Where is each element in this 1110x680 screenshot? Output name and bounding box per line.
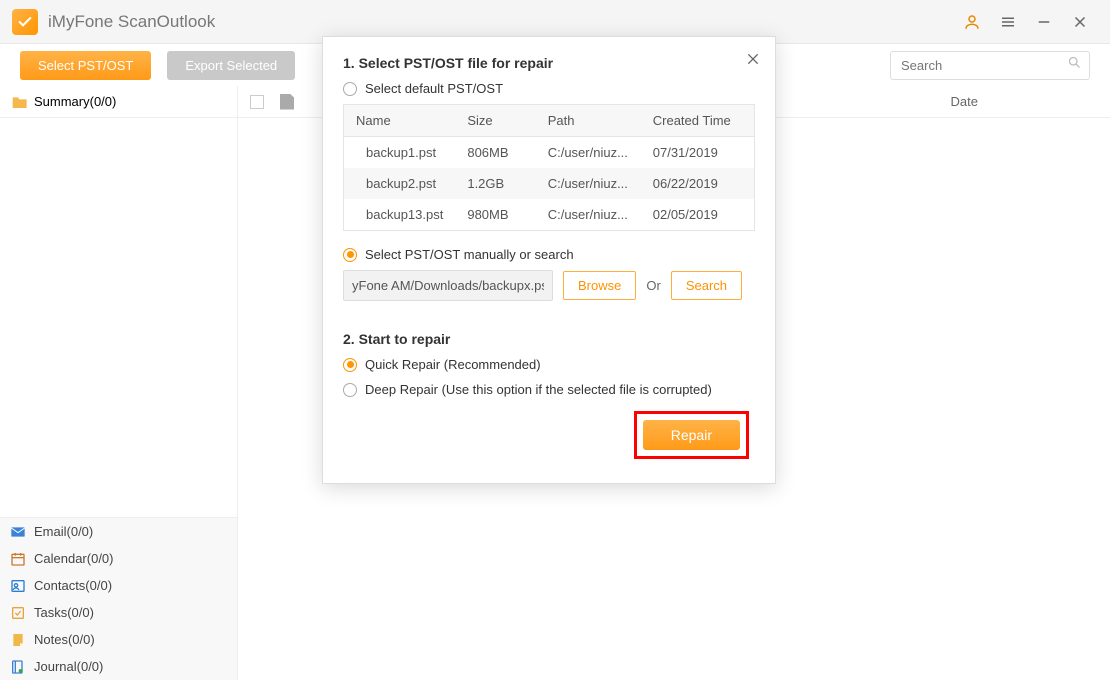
repair-highlight-box: Repair [634,411,749,459]
task-icon [10,605,26,621]
table-row[interactable]: backup2.pst 1.2GB C:/user/niuz... 06/22/… [344,168,755,199]
radio-manual-pst[interactable]: Select PST/OST manually or search [343,247,755,262]
radio-quick-repair[interactable]: Quick Repair (Recommended) [343,357,755,372]
cell-size: 980MB [455,199,535,231]
search-button[interactable]: Search [671,271,742,300]
export-selected-button: Export Selected [167,51,295,80]
nav-item-label: Calendar(0/0) [34,551,114,566]
pst-file-table: Name Size Path Created Time backup1.pst … [343,104,755,231]
attachment-column-icon [280,94,294,110]
cell-size: 1.2GB [455,168,535,199]
sidebar: Summary(0/0) Email(0/0) Calendar(0/0) Co… [0,86,238,680]
select-file-dialog: 1. Select PST/OST file for repair Select… [322,36,776,484]
radio-label: Deep Repair (Use this option if the sele… [365,382,712,397]
close-icon[interactable] [1062,4,1098,40]
table-row[interactable]: backup1.pst 806MB C:/user/niuz... 07/31/… [344,137,755,169]
search-field-wrap [890,51,1090,80]
user-icon[interactable] [954,4,990,40]
step1-title: 1. Select PST/OST file for repair [343,55,755,71]
manual-select-row: Browse Or Search [343,270,755,301]
repair-button[interactable]: Repair [643,420,740,450]
radio-icon [343,383,357,397]
nav-item-label: Notes(0/0) [34,632,95,647]
cell-created: 02/05/2019 [641,199,755,231]
cell-path: C:/user/niuz... [536,199,641,231]
radio-label: Quick Repair (Recommended) [365,357,541,372]
cell-name: backup1.pst [344,137,456,169]
cell-created: 07/31/2019 [641,137,755,169]
radio-label: Select default PST/OST [365,81,503,96]
nav-item-calendar[interactable]: Calendar(0/0) [0,545,237,572]
journal-icon [10,659,26,675]
mail-icon [10,524,26,540]
cell-name: backup2.pst [344,168,456,199]
path-input[interactable] [343,270,553,301]
table-row[interactable]: backup13.pst 980MB C:/user/niuz... 02/05… [344,199,755,231]
search-icon [1067,55,1082,75]
cell-path: C:/user/niuz... [536,168,641,199]
nav-item-label: Contacts(0/0) [34,578,112,593]
or-label: Or [646,278,660,293]
cell-name: backup13.pst [344,199,456,231]
sidebar-summary-node[interactable]: Summary(0/0) [0,86,237,118]
nav-item-email[interactable]: Email(0/0) [0,518,237,545]
col-path[interactable]: Path [536,105,641,137]
app-title: iMyFone ScanOutlook [48,12,215,32]
col-size[interactable]: Size [455,105,535,137]
nav-item-tasks[interactable]: Tasks(0/0) [0,599,237,626]
radio-default-pst[interactable]: Select default PST/OST [343,81,755,96]
radio-icon [343,248,357,262]
cell-size: 806MB [455,137,535,169]
sidebar-summary-label: Summary(0/0) [34,94,116,109]
col-name[interactable]: Name [344,105,456,137]
step2-title: 2. Start to repair [343,331,755,347]
select-pst-button[interactable]: Select PST/OST [20,51,151,80]
cell-path: C:/user/niuz... [536,137,641,169]
browse-button[interactable]: Browse [563,271,636,300]
radio-icon [343,358,357,372]
nav-item-contacts[interactable]: Contacts(0/0) [0,572,237,599]
nav-item-label: Email(0/0) [34,524,93,539]
dialog-close-button[interactable] [741,47,765,71]
col-created[interactable]: Created Time [641,105,755,137]
radio-deep-repair[interactable]: Deep Repair (Use this option if the sele… [343,382,755,397]
note-icon [10,632,26,648]
radio-icon [343,82,357,96]
nav-item-journal[interactable]: Journal(0/0) [0,653,237,680]
calendar-icon [10,551,26,567]
radio-label: Select PST/OST manually or search [365,247,574,262]
nav-item-label: Journal(0/0) [34,659,103,674]
folder-icon [12,95,28,109]
minimize-icon[interactable] [1026,4,1062,40]
cell-created: 06/22/2019 [641,168,755,199]
nav-list: Email(0/0) Calendar(0/0) Contacts(0/0) T… [0,517,237,680]
nav-item-notes[interactable]: Notes(0/0) [0,626,237,653]
app-logo-icon [12,9,38,35]
search-input[interactable] [890,51,1090,80]
nav-item-label: Tasks(0/0) [34,605,94,620]
select-all-checkbox[interactable] [250,95,264,109]
menu-icon[interactable] [990,4,1026,40]
contact-icon [10,578,26,594]
column-date[interactable]: Date [951,94,978,109]
